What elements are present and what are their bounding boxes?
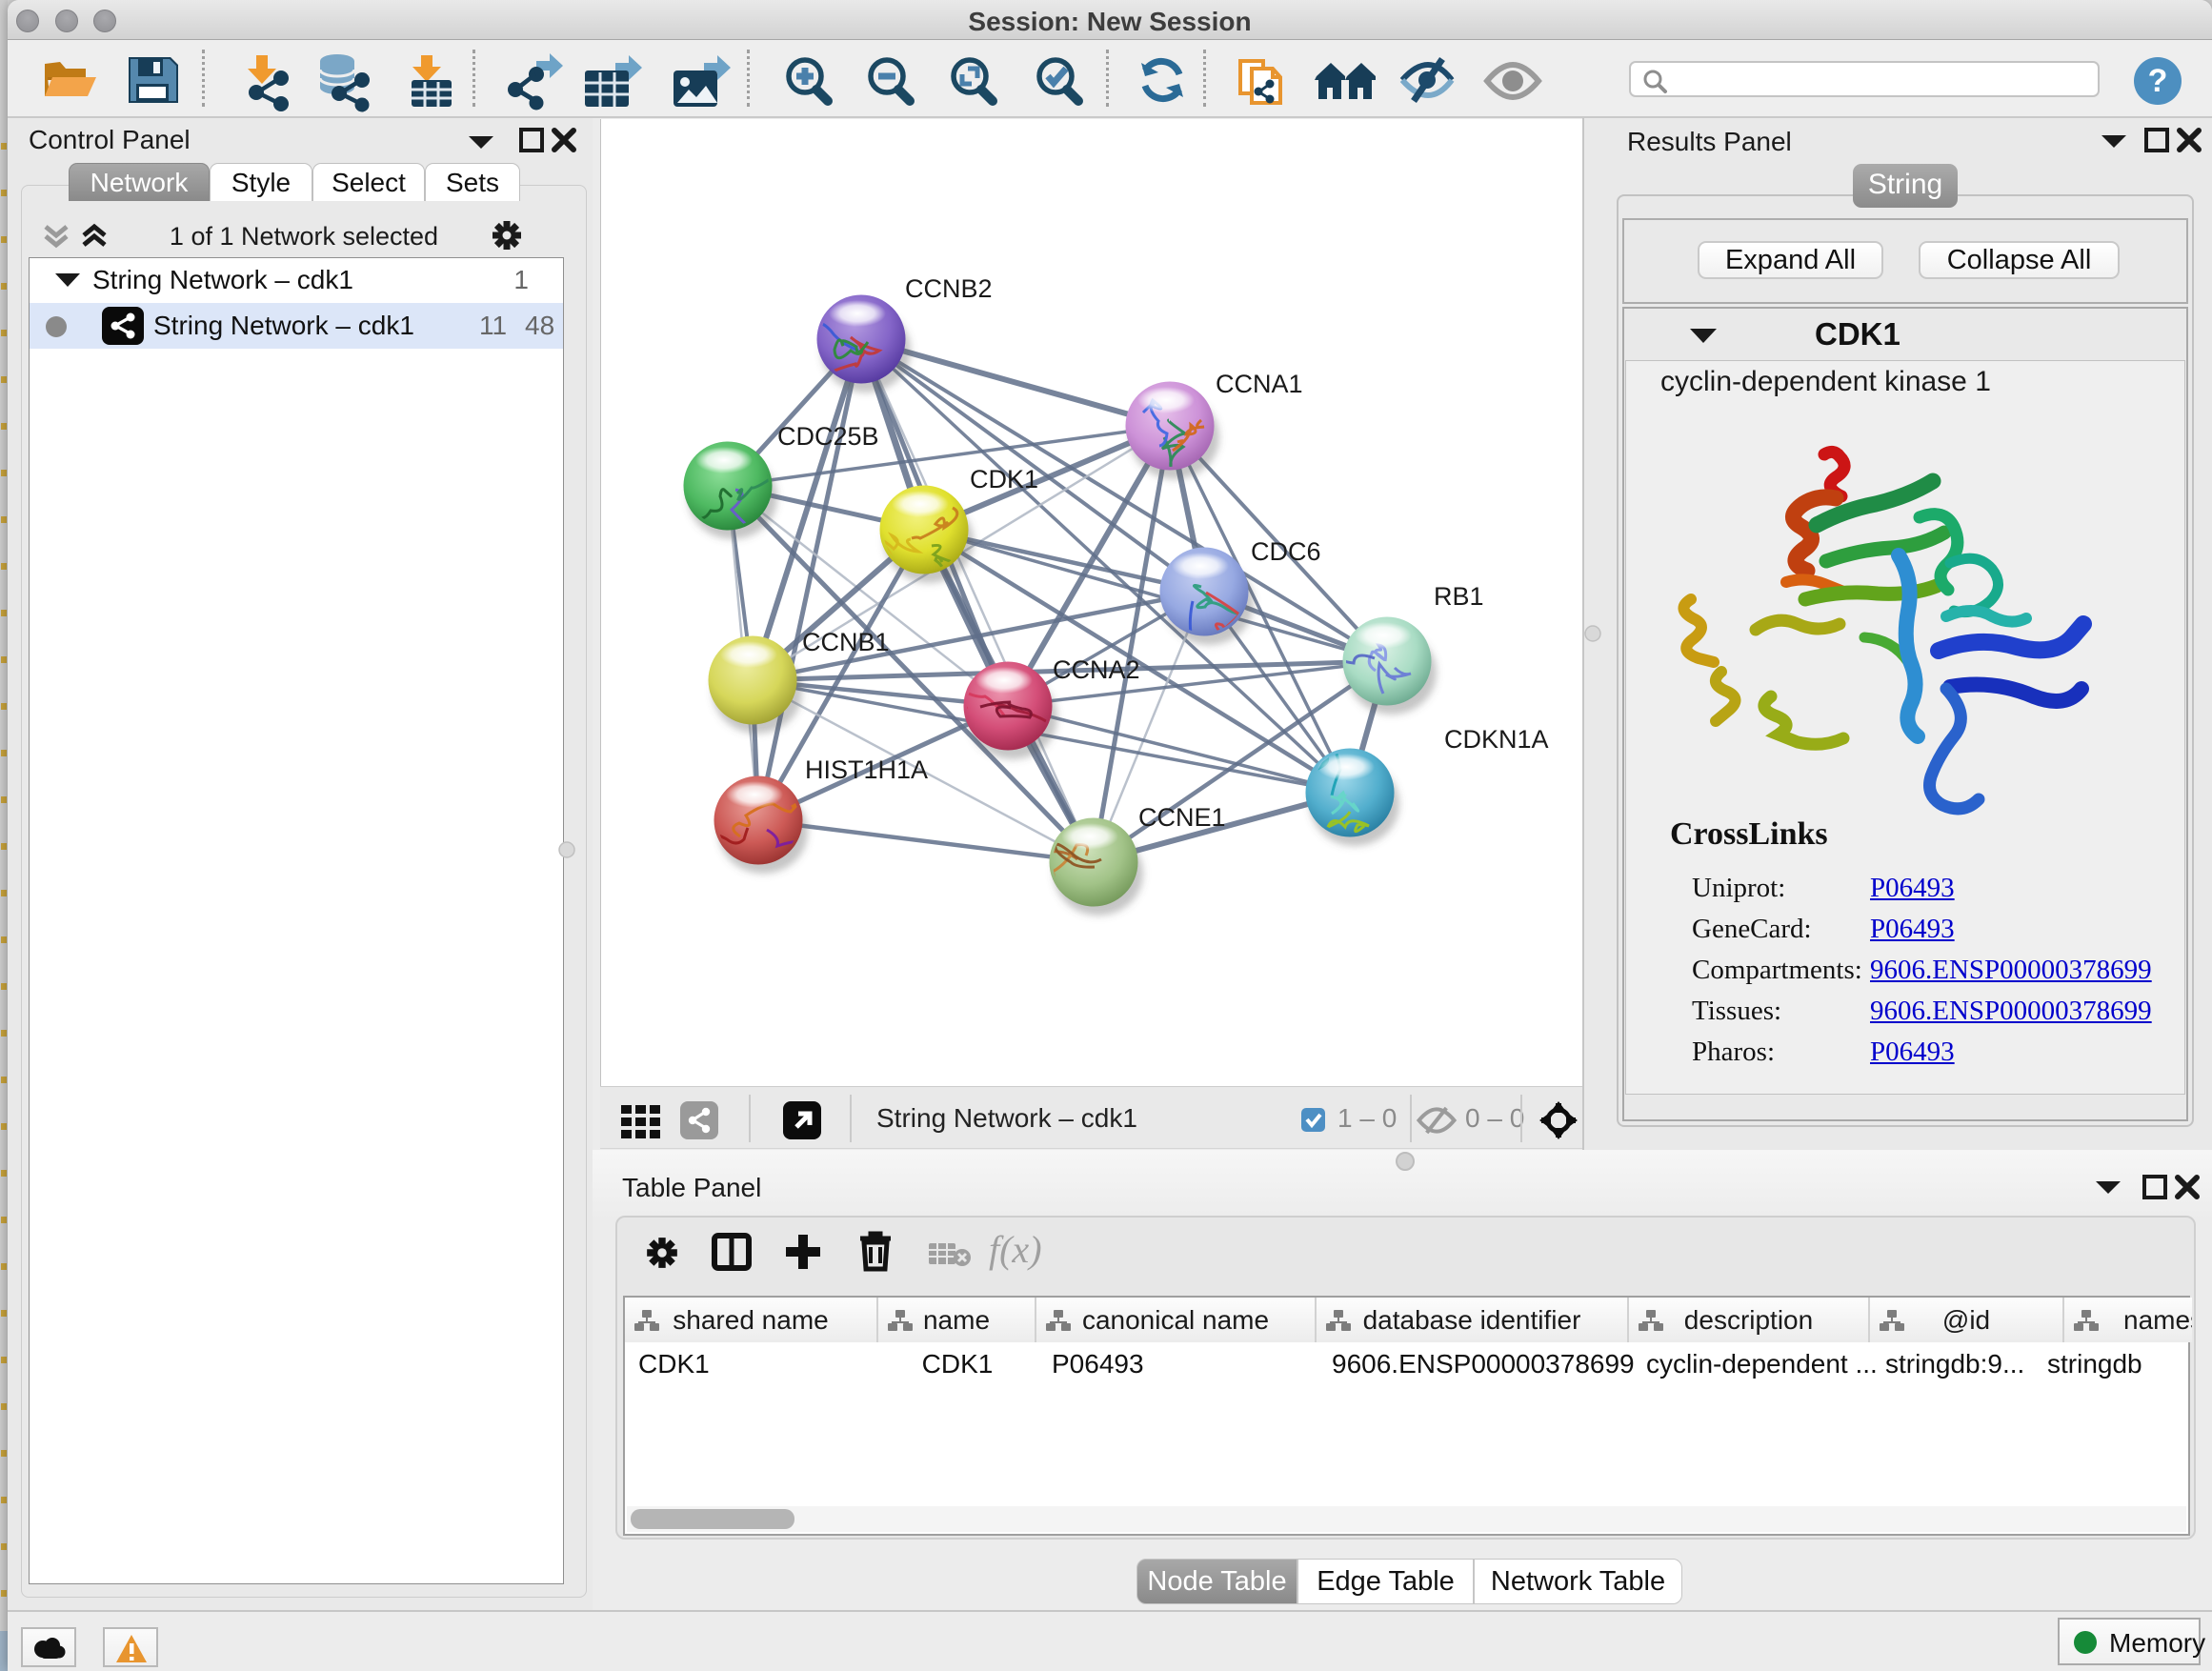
svg-text:CCNA1: CCNA1 <box>1216 370 1303 398</box>
svg-text:CCNB1: CCNB1 <box>802 628 890 656</box>
svg-text:RB1: RB1 <box>1434 582 1484 611</box>
svg-text:CDKN1A: CDKN1A <box>1444 725 1549 754</box>
svg-text:CDK1: CDK1 <box>970 465 1038 493</box>
svg-text:CCNA2: CCNA2 <box>1053 655 1140 684</box>
svg-text:CDC25B: CDC25B <box>777 422 879 451</box>
svg-text:CCNB2: CCNB2 <box>905 274 993 303</box>
svg-text:CDC6: CDC6 <box>1251 537 1321 566</box>
svg-text:HIST1H1A: HIST1H1A <box>805 755 928 784</box>
svg-text:?: ? <box>2148 63 2168 99</box>
svg-text:CCNE1: CCNE1 <box>1138 803 1226 832</box>
